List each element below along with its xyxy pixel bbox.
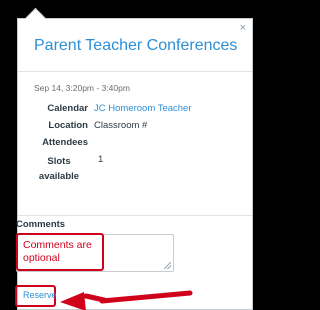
title-divider xyxy=(18,71,252,72)
location-row: Location Classroom # xyxy=(34,120,192,131)
attendees-row: Attendees xyxy=(34,137,192,148)
reserve-link[interactable]: Reserve xyxy=(23,290,57,300)
slots-value: 1 xyxy=(98,154,104,165)
event-title: Parent Teacher Conferences xyxy=(34,37,238,54)
calendar-row: Calendar JC Homeroom Teacher xyxy=(34,103,192,114)
event-details: Calendar JC Homeroom Teacher Location Cl… xyxy=(34,103,192,190)
location-value: Classroom # xyxy=(94,120,148,131)
comments-label: Comments xyxy=(16,219,66,230)
location-label: Location xyxy=(48,120,88,131)
popover-notch xyxy=(24,7,47,30)
event-datetime: Sep 14, 3:20pm - 3:40pm xyxy=(34,83,130,93)
slots-row: Slots available 1 xyxy=(34,154,192,184)
close-icon[interactable]: × xyxy=(240,23,246,34)
calendar-link[interactable]: JC Homeroom Teacher xyxy=(94,103,192,114)
annotation-callout: Comments are optional xyxy=(16,233,104,271)
calendar-label: Calendar xyxy=(47,103,88,114)
resize-grip-icon[interactable] xyxy=(164,262,171,269)
comments-divider xyxy=(18,215,252,216)
attendees-label: Attendees xyxy=(42,137,88,148)
slots-label: Slots available xyxy=(38,156,80,182)
